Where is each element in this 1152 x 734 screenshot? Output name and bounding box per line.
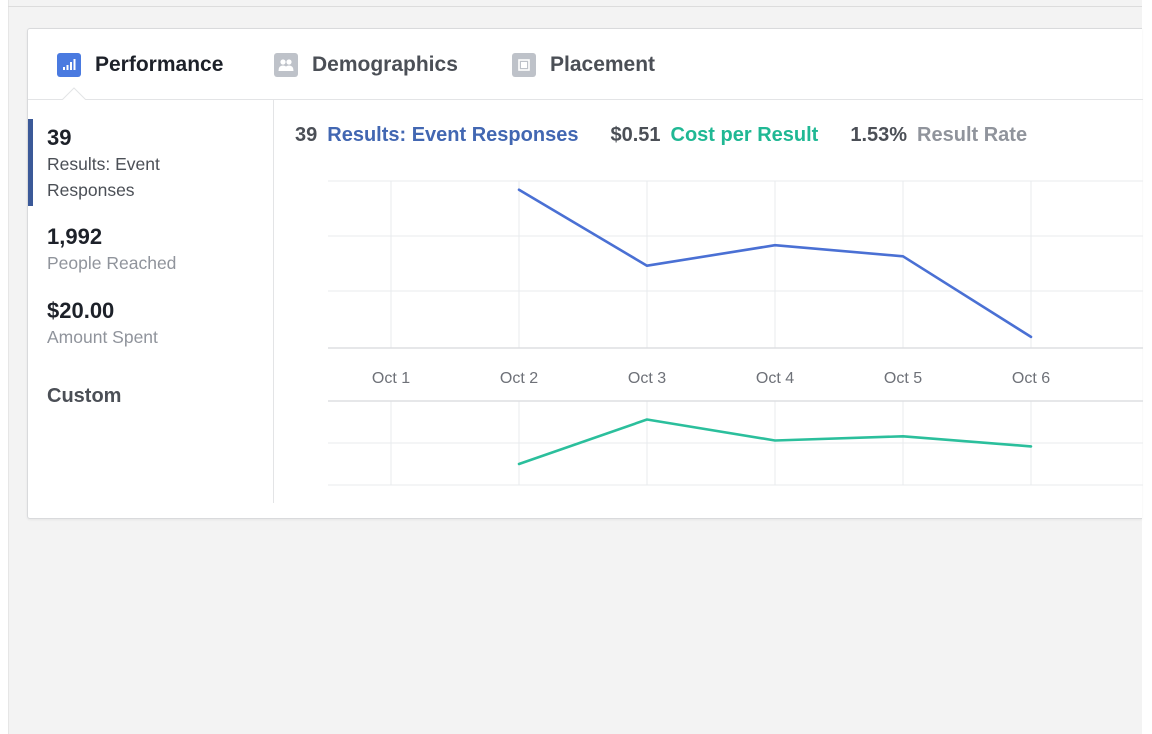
x-tick-label: Oct 3 — [628, 370, 666, 387]
top-divider — [8, 6, 1142, 7]
insights-card: Performance Demographics Placement 39 Re… — [27, 28, 1143, 519]
x-tick-label: Oct 2 — [500, 370, 538, 387]
x-tick-label: Oct 1 — [372, 370, 410, 387]
x-tick-label: Oct 5 — [884, 370, 922, 387]
x-tick-label: Oct 4 — [756, 370, 794, 387]
x-tick-label: Oct 6 — [1012, 370, 1050, 387]
performance-chart: Oct 1 Oct 2 Oct 3 Oct 4 Oct 5 Oct 6 — [328, 180, 1143, 486]
